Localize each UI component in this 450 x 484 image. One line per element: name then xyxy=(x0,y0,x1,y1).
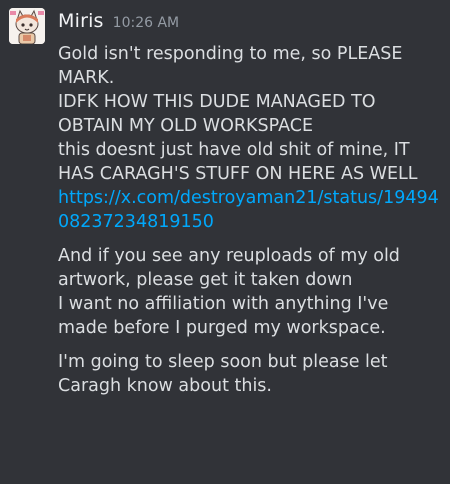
username[interactable]: Miris xyxy=(58,10,104,32)
message-line: IDFK HOW THIS DUDE MANAGED TO OBTAIN MY … xyxy=(58,92,376,136)
timestamp[interactable]: 10:26 AM xyxy=(113,15,179,31)
message-line: I'm going to sleep soon but please let C… xyxy=(58,352,388,396)
message-line: And if you see any reuploads of my old a… xyxy=(58,246,400,290)
message-line: Gold isn't responding to me, so PLEASE M… xyxy=(58,44,403,88)
message-line: I want no affiliation with anything I've… xyxy=(58,294,389,338)
avatar[interactable] xyxy=(9,8,45,44)
avatar-cat-character-icon xyxy=(9,8,45,44)
message-line: this doesnt just have old shit of mine, … xyxy=(58,140,418,184)
chat-message: Miris 10:26 AM Gold isn't responding to … xyxy=(0,0,450,484)
message-header: Miris 10:26 AM xyxy=(58,10,179,36)
status-link[interactable]: https://x.com/destroyaman21/status/19494… xyxy=(58,186,442,234)
message-content: Gold isn't responding to me, so PLEASE M… xyxy=(58,42,442,398)
